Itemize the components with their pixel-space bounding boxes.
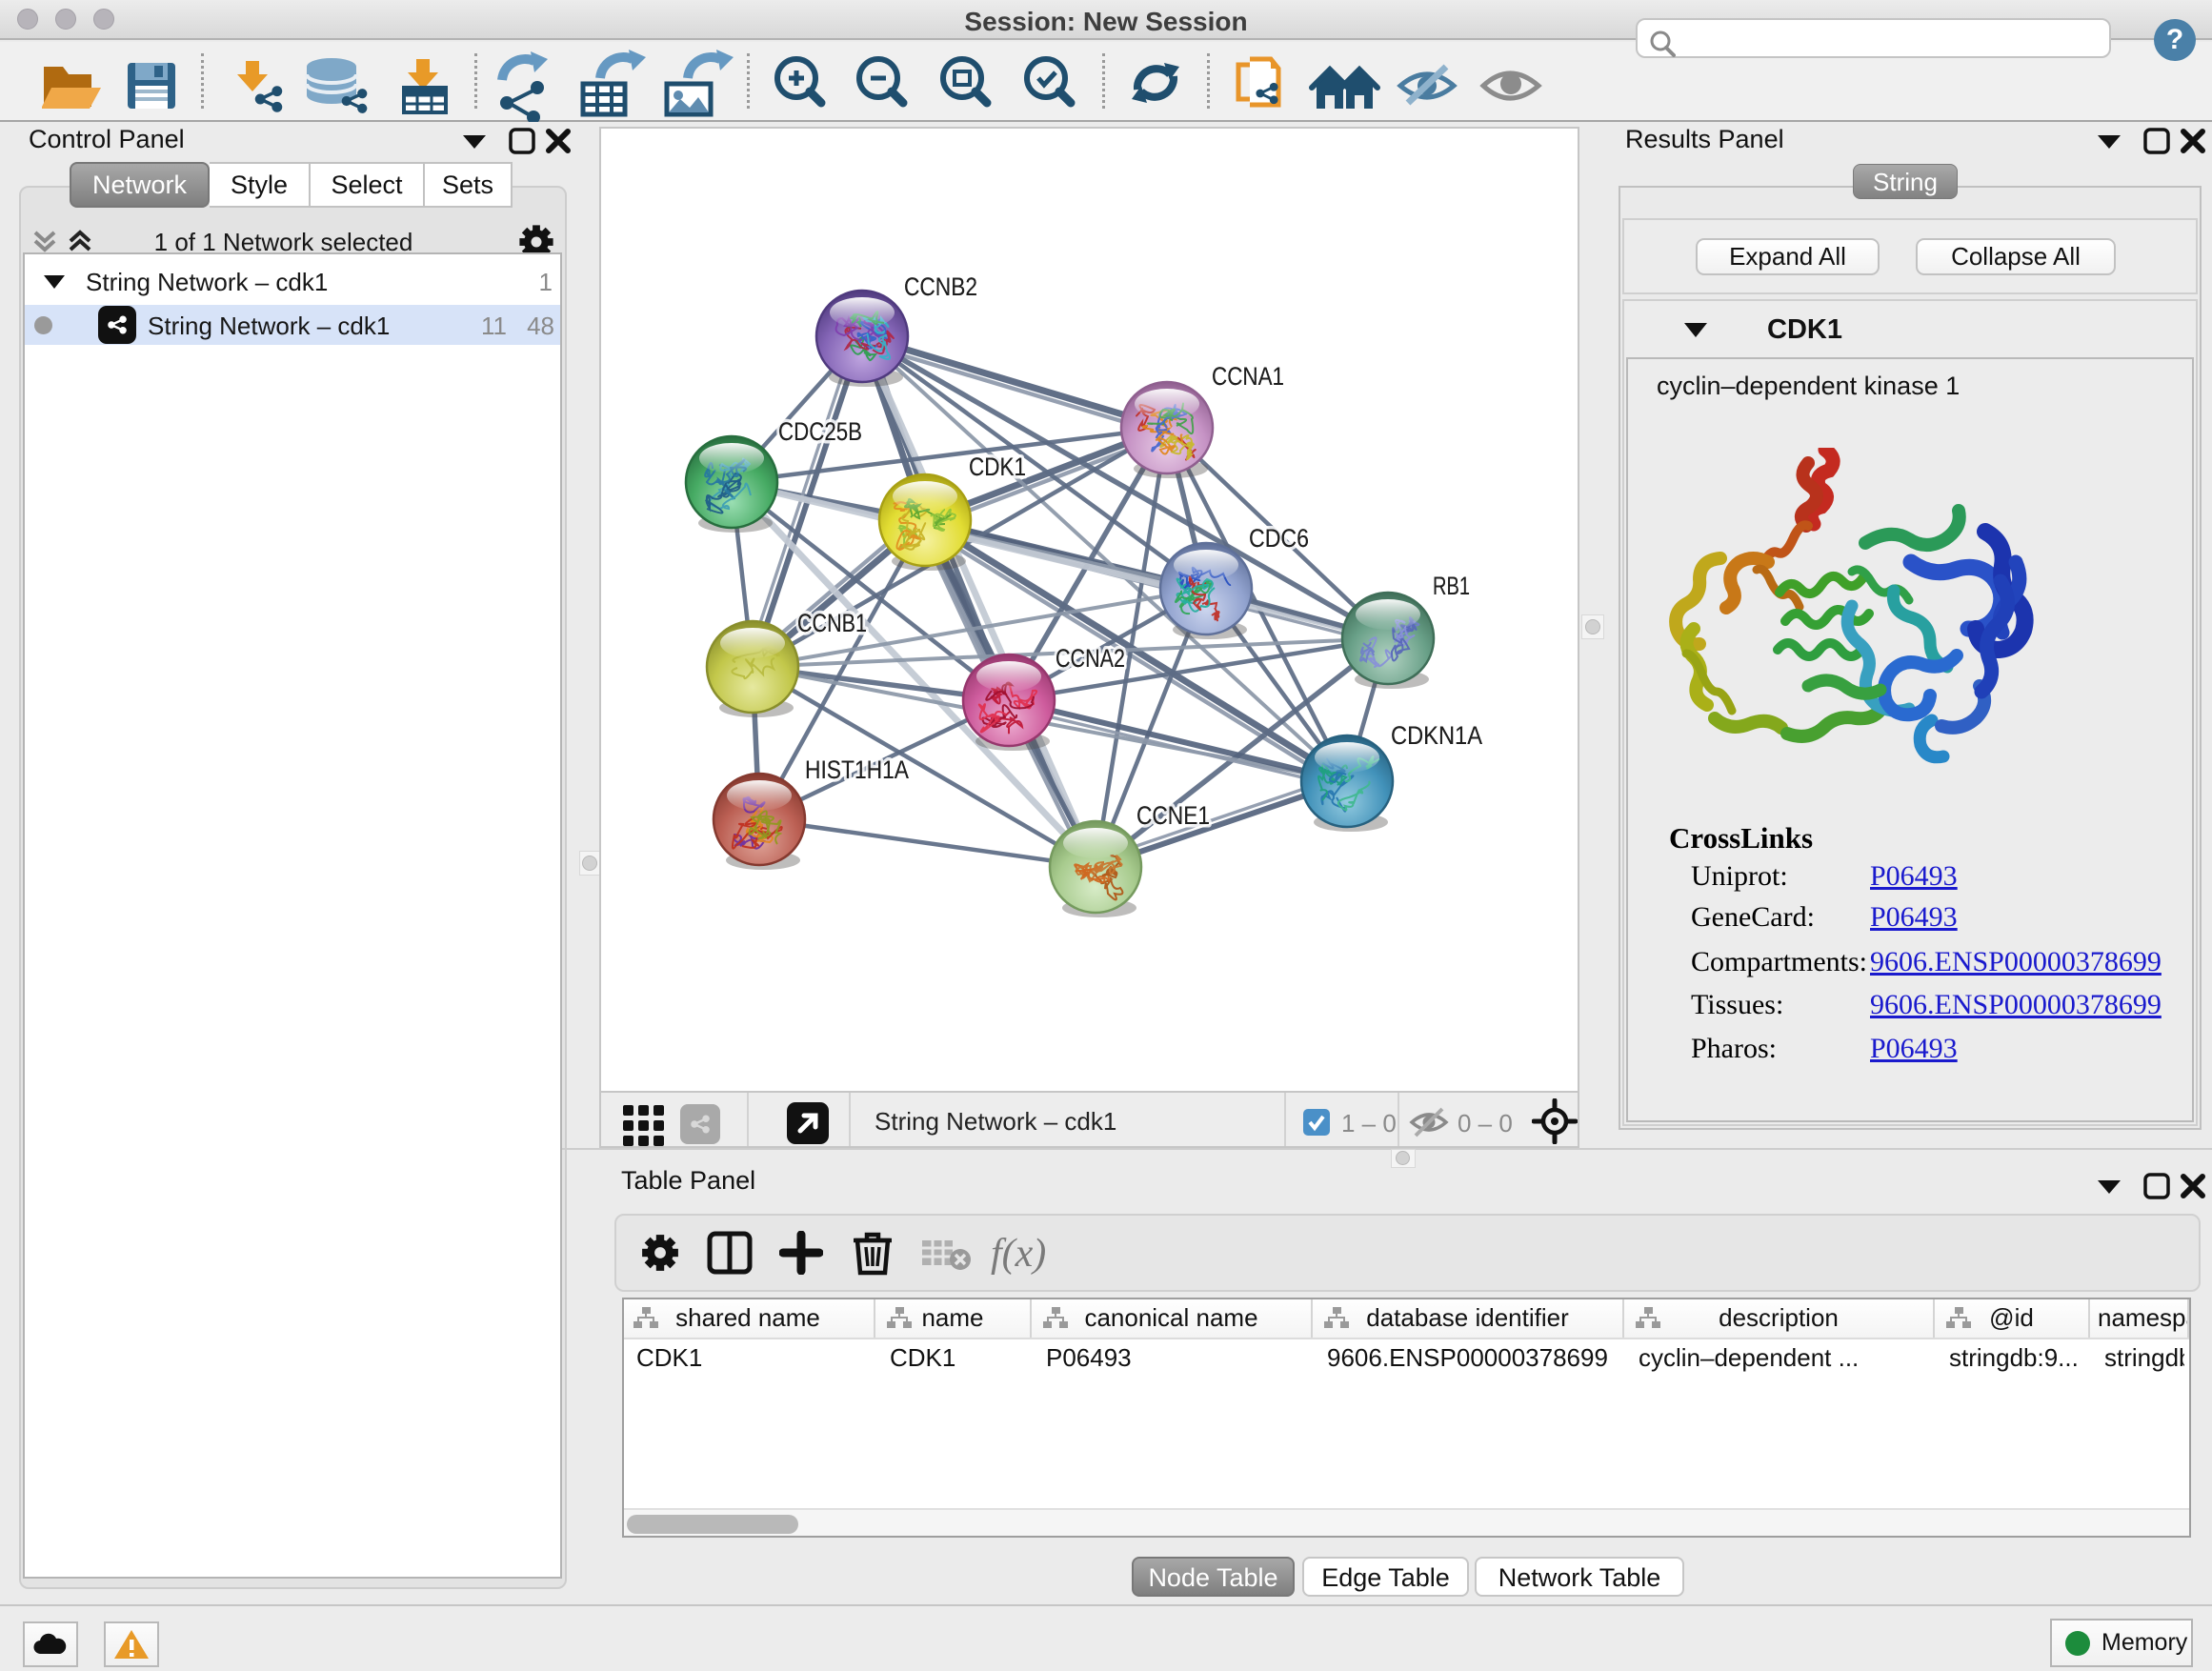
- svg-text:HIST1H1A: HIST1H1A: [805, 755, 909, 784]
- svg-text:CCNA1: CCNA1: [1212, 362, 1284, 391]
- svg-text:CCNB2: CCNB2: [904, 272, 977, 301]
- svg-text:CDC6: CDC6: [1249, 524, 1309, 553]
- svg-text:CDK1: CDK1: [969, 453, 1026, 481]
- svg-text:RB1: RB1: [1433, 572, 1470, 600]
- svg-text:CCNE1: CCNE1: [1136, 801, 1210, 830]
- svg-text:CDKN1A: CDKN1A: [1391, 721, 1482, 750]
- svg-text:CCNA2: CCNA2: [1056, 644, 1125, 673]
- svg-text:CDC25B: CDC25B: [778, 417, 862, 446]
- svg-text:CCNB1: CCNB1: [797, 609, 867, 637]
